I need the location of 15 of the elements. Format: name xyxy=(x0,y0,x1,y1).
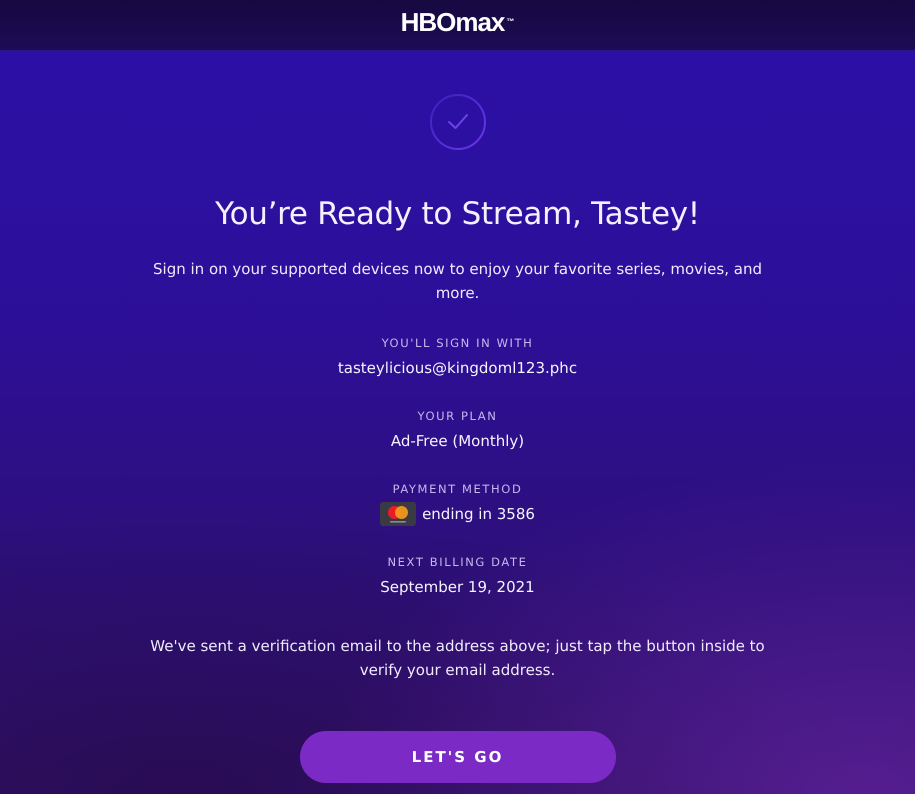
card-ending-text: ending in 3586 xyxy=(422,504,535,525)
page-title: You’re Ready to Stream, Tastey! xyxy=(215,195,700,234)
intro-text: Sign in on your supported devices now to enjoy your favorite series, movies, and more. xyxy=(152,259,763,304)
detail-value: tasteylicious@kingdoml123.phc xyxy=(338,358,578,379)
verification-note: We've sent a verification email to the address above; just tap the button inside to verify your email address. xyxy=(149,636,766,681)
detail-label: NEXT BILLING DATE xyxy=(387,554,528,570)
lets-go-button[interactable]: LET'S GO xyxy=(300,731,616,783)
detail-value: September 19, 2021 xyxy=(380,577,535,598)
detail-label: PAYMENT METHOD xyxy=(392,481,522,497)
check-circle-icon xyxy=(430,94,486,150)
detail-label: YOUR PLAN xyxy=(417,408,498,424)
detail-label: YOU'LL SIGN IN WITH xyxy=(382,335,534,351)
detail-value: Ad-Free (Monthly) xyxy=(390,431,524,452)
logo[interactable]: HBOmax$^{™}$ xyxy=(400,8,514,36)
card-icon xyxy=(380,502,416,526)
